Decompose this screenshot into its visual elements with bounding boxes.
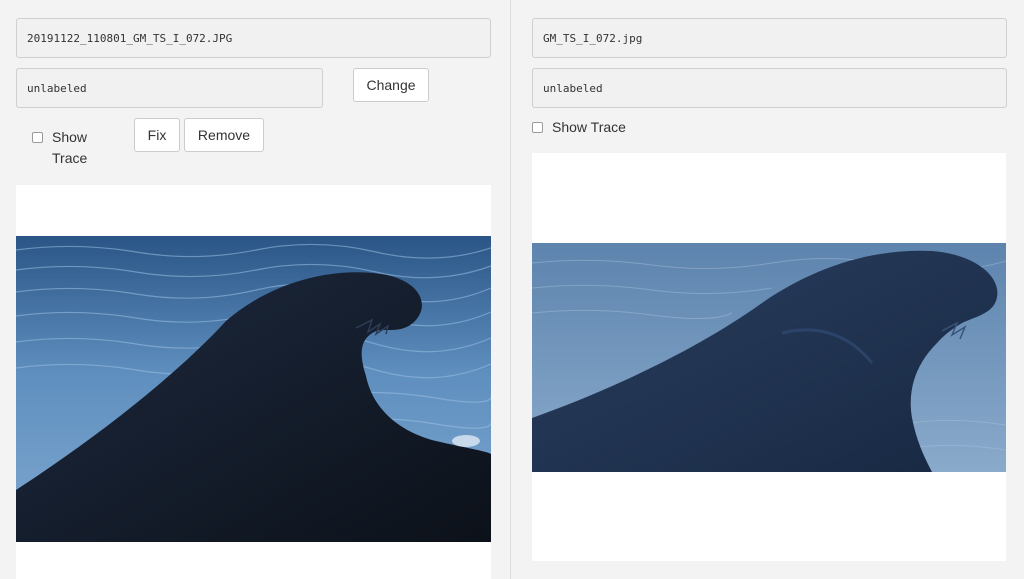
right-image-frame bbox=[532, 153, 1006, 561]
right-show-trace-label: Show Trace bbox=[552, 119, 626, 135]
right-fin-image bbox=[532, 243, 1006, 472]
right-filename-field[interactable] bbox=[532, 18, 1007, 58]
right-show-trace-checkbox[interactable] bbox=[532, 122, 543, 133]
left-filename-field[interactable] bbox=[16, 18, 491, 58]
left-image-frame bbox=[16, 185, 491, 579]
remove-button[interactable]: Remove bbox=[184, 118, 264, 152]
left-fin-photo[interactable] bbox=[16, 236, 491, 542]
change-button[interactable]: Change bbox=[353, 68, 429, 102]
right-label-field[interactable] bbox=[532, 68, 1007, 108]
right-image-panel: Show Trace bbox=[512, 0, 1024, 579]
left-show-trace-label-line1: Show bbox=[52, 129, 88, 145]
right-fin-photo[interactable] bbox=[532, 243, 1006, 472]
left-label-field[interactable] bbox=[16, 68, 323, 108]
left-fin-image bbox=[16, 236, 491, 542]
left-show-trace-label-line2: Trace bbox=[52, 150, 88, 166]
left-image-panel: Change Show Trace Fix Remove bbox=[0, 0, 510, 579]
left-show-trace-checkbox[interactable] bbox=[32, 132, 43, 143]
fix-button[interactable]: Fix bbox=[134, 118, 180, 152]
panel-divider bbox=[510, 0, 511, 579]
